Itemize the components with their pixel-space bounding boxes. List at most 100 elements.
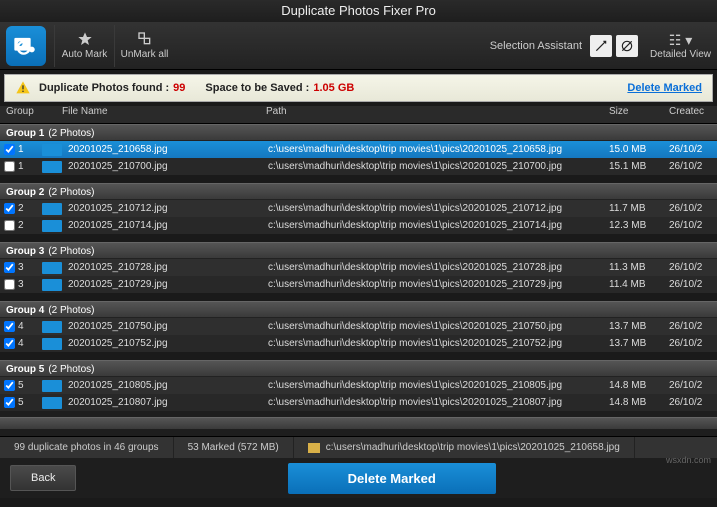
found-count: 99 [173,82,185,94]
group-header[interactable]: Group 1(2 Photos) [0,124,717,141]
file-size: 11.4 MB [609,279,669,290]
table-row[interactable]: 320201025_210729.jpgc:\users\madhuri\des… [0,276,717,293]
file-name: 20201025_210658.jpg [68,144,268,155]
row-checkbox[interactable] [4,203,15,214]
row-index: 5 [18,397,36,408]
thumbnail-icon [42,203,62,215]
selection-assistant-button-1[interactable] [590,35,612,57]
table-row[interactable]: 120201025_210700.jpgc:\users\madhuri\des… [0,158,717,175]
file-date: 26/10/2 [669,338,717,349]
table-row[interactable]: 2 20201025_210712.jpgc:\users\madhuri\des… [0,200,717,217]
file-size: 14.8 MB [609,380,669,391]
file-name: 20201025_210807.jpg [68,397,268,408]
file-date: 26/10/2 [669,262,717,273]
table-row[interactable]: 4 20201025_210750.jpgc:\users\madhuri\des… [0,318,717,335]
row-checkbox[interactable] [4,161,15,172]
status-summary: 99 duplicate photos in 46 groups [0,437,174,458]
unmark-all-label: UnMark all [121,49,169,60]
row-index: 1 [18,144,36,155]
thumbnail-icon [42,321,62,333]
file-name: 20201025_210729.jpg [68,279,268,290]
table-row[interactable]: 1 20201025_210658.jpgc:\users\madhuri\des… [0,141,717,158]
file-size: 13.7 MB [609,338,669,349]
window-title: Duplicate Photos Fixer Pro [0,0,717,22]
file-date: 26/10/2 [669,161,717,172]
file-size: 11.7 MB [609,203,669,214]
selection-assistant-label: Selection Assistant [490,40,582,52]
table-row[interactable]: 220201025_210714.jpgc:\users\madhuri\des… [0,217,717,234]
file-size: 14.8 MB [609,397,669,408]
file-date: 26/10/2 [669,203,717,214]
file-name: 20201025_210714.jpg [68,220,268,231]
file-date: 26/10/2 [669,380,717,391]
row-checkbox[interactable] [4,321,15,332]
file-name: 20201025_210712.jpg [68,203,268,214]
warning-icon [15,80,31,96]
app-logo [6,26,46,66]
row-checkbox[interactable] [4,220,15,231]
file-date: 26/10/2 [669,144,717,155]
group-header[interactable]: Group 3(2 Photos) [0,242,717,259]
delete-marked-link[interactable]: Delete Marked [627,82,702,94]
row-index: 2 [18,203,36,214]
file-date: 26/10/2 [669,220,717,231]
row-checkbox[interactable] [4,262,15,273]
row-index: 1 [18,161,36,172]
table-row[interactable]: 4 20201025_210752.jpgc:\users\madhuri\des… [0,335,717,352]
file-size: 15.1 MB [609,161,669,172]
file-name: 20201025_210752.jpg [68,338,268,349]
group-header[interactable]: Group 2(2 Photos) [0,183,717,200]
row-checkbox[interactable] [4,279,15,290]
found-label: Duplicate Photos found : [39,82,169,94]
file-size: 15.0 MB [609,144,669,155]
row-checkbox[interactable] [4,144,15,155]
file-path: c:\users\madhuri\desktop\trip movies\1\p… [268,321,609,332]
column-group[interactable]: Group [0,106,36,123]
file-name: 20201025_210728.jpg [68,262,268,273]
row-checkbox[interactable] [4,380,15,391]
row-checkbox[interactable] [4,338,15,349]
space-label: Space to be Saved : [205,82,309,94]
file-size: 13.7 MB [609,321,669,332]
row-checkbox[interactable] [4,397,15,408]
back-button[interactable]: Back [10,465,76,491]
column-size[interactable]: Size [609,106,669,123]
file-date: 26/10/2 [669,279,717,290]
row-index: 4 [18,321,36,332]
detailed-view-label: Detailed View [650,49,711,60]
unmark-all-button[interactable]: UnMark all [114,25,174,67]
auto-mark-button[interactable]: Auto Mark [54,25,114,67]
watermark: wsxdn.com [666,455,711,465]
file-name: 20201025_210750.jpg [68,321,268,332]
file-date: 26/10/2 [669,321,717,332]
thumbnail-icon [42,380,62,392]
table-row[interactable]: 520201025_210805.jpgc:\users\madhuri\des… [0,377,717,394]
results-list[interactable]: Group 1(2 Photos)120201025_210658.jpgc:\… [0,124,717,436]
row-index: 4 [18,338,36,349]
file-path: c:\users\madhuri\desktop\trip movies\1\p… [268,203,609,214]
table-row[interactable]: 520201025_210807.jpgc:\users\madhuri\des… [0,394,717,411]
row-index: 3 [18,279,36,290]
file-name: 20201025_210700.jpg [68,161,268,172]
row-index: 3 [18,262,36,273]
group-header[interactable]: Group 4(2 Photos) [0,301,717,318]
file-name: 20201025_210805.jpg [68,380,268,391]
selection-assistant-button-2[interactable] [616,35,638,57]
info-bar: Duplicate Photos found : 99 Space to be … [4,74,713,102]
space-value: 1.05 GB [313,82,354,94]
column-created[interactable]: Createc [669,106,717,123]
thumbnail-icon [42,262,62,274]
column-filename[interactable]: File Name [36,106,266,123]
status-path: c:\users\madhuri\desktop\trip movies\1\p… [294,437,635,458]
file-date: 26/10/2 [669,397,717,408]
file-path: c:\users\madhuri\desktop\trip movies\1\p… [268,144,609,155]
file-path: c:\users\madhuri\desktop\trip movies\1\p… [268,262,609,273]
group-header[interactable]: Group 5(2 Photos) [0,360,717,377]
table-row[interactable]: 3 20201025_210728.jpgc:\users\madhuri\des… [0,259,717,276]
column-path[interactable]: Path [266,106,609,123]
detailed-view-button[interactable]: ☷ ▾ Detailed View [650,32,711,60]
delete-marked-button[interactable]: Delete Marked [288,463,496,494]
thumbnail-icon [42,161,62,173]
file-path: c:\users\madhuri\desktop\trip movies\1\p… [268,338,609,349]
list-icon: ☷ ▾ [669,32,692,49]
